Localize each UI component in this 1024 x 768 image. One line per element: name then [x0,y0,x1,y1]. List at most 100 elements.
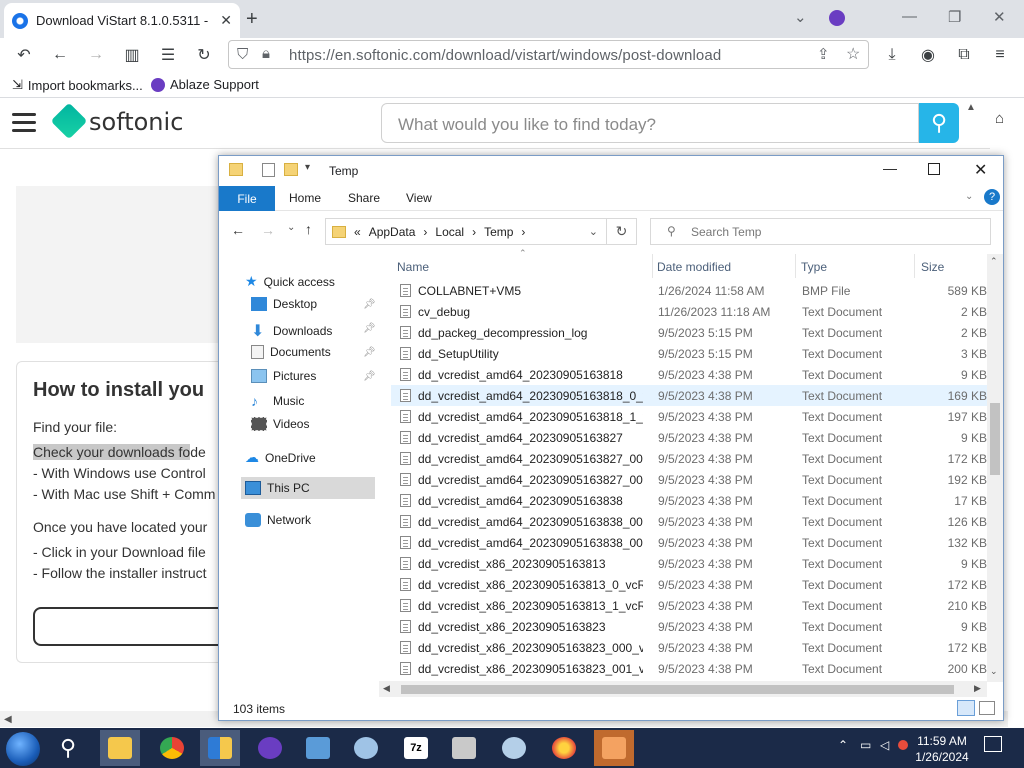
tray-chevron-icon[interactable]: ⌃ [838,738,848,752]
download-button[interactable] [33,607,221,646]
alert-tray-icon[interactable] [898,740,908,750]
breadcrumb-temp[interactable]: Temp [484,225,513,239]
reader-view-icon[interactable]: ▥ [121,44,143,66]
file-row[interactable]: dd_vcredist_amd64_20230905163827_001... 9… [391,469,987,490]
ribbon-expand-icon[interactable]: ⌄ [965,191,973,202]
breadcrumb-overflow[interactable]: « [354,225,361,239]
forward-arrow-icon[interactable]: → [261,222,275,238]
explorer-search-input[interactable]: ⚲ Search Temp [650,218,991,245]
column-name[interactable]: Name [397,260,429,274]
file-row[interactable]: dd_vcredist_x86_20230905163823 9/5/2023 4… [391,616,987,637]
file-row[interactable]: dd_packeg_decompression_log 9/5/2023 5:15… [391,322,987,343]
column-divider[interactable] [795,254,796,278]
tab-view[interactable]: View [406,191,432,205]
back-arrow-icon[interactable]: ← [231,222,245,238]
minimize-button[interactable]: — [902,8,917,25]
share-icon[interactable]: ⇪ [817,45,830,63]
column-divider[interactable] [652,254,653,278]
file-row[interactable]: dd_vcredist_amd64_20230905163827_000... 9… [391,448,987,469]
back-icon[interactable]: ← [49,44,71,66]
tab-home[interactable]: Home [289,191,321,205]
search-button[interactable]: ⚲ [919,103,959,143]
tab-list-chevron-icon[interactable]: ⌄ [794,8,807,26]
file-row[interactable]: dd_vcredist_amd64_20230905163838_001... 9… [391,532,987,553]
file-row[interactable]: dd_vcredist_x86_20230905163813_0_vcRu...… [391,574,987,595]
vertical-scroll-thumb[interactable] [990,403,1000,475]
lock-icon[interactable]: 🔒︎ [262,45,270,62]
explorer-close-button[interactable]: ✕ [974,160,987,180]
shield-icon[interactable]: ⛉ [237,46,248,63]
file-row[interactable]: dd_vcredist_amd64_20230905163838_000... 9… [391,511,987,532]
file-row[interactable]: dd_vcredist_amd64_20230905163818_0_v... 9… [391,385,987,406]
up-arrow-icon[interactable]: ↑ [305,221,312,237]
nav-documents[interactable]: Documents [251,345,331,359]
file-row[interactable]: dd_vcredist_x86_20230905163813 9/5/2023 4… [391,553,987,574]
start-button[interactable] [6,732,40,766]
forward-icon[interactable]: → [85,44,107,66]
page-scroll-up-icon[interactable]: ▲ [966,102,976,113]
new-folder-icon[interactable] [284,163,298,176]
taskbar-app-e[interactable] [250,730,290,766]
scroll-left-icon[interactable]: ◀ [383,683,390,694]
network-tray-icon[interactable]: ▭ [860,738,871,752]
hamburger-menu-icon[interactable] [12,113,36,133]
action-center-icon[interactable] [984,736,1002,752]
explorer-minimize-button[interactable]: — [883,160,897,176]
taskbar-clock[interactable]: 11:59 AM 1/26/2024 [912,733,972,765]
column-date[interactable]: Date modified [657,260,731,274]
column-type[interactable]: Type [801,260,827,274]
refresh-icon[interactable]: ↻ [607,218,637,245]
file-row[interactable]: cv_debug 11/26/2023 11:18 AM Text Document… [391,301,987,322]
taskbar-chrome[interactable] [152,730,192,766]
file-row[interactable]: dd_vcredist_x86_20230905163823_000_vc...… [391,637,987,658]
quick-access-dropdown-icon[interactable]: ▾ [305,162,310,173]
file-row[interactable]: dd_vcredist_amd64_20230905163818 9/5/2023… [391,364,987,385]
file-row[interactable]: dd_SetupUtility 9/5/2023 5:15 PM Text Docu… [391,343,987,364]
column-divider[interactable] [914,254,915,278]
taskbar-archive[interactable] [444,730,484,766]
pin-icon[interactable]: 📌︎ [363,299,376,310]
file-row[interactable]: dd_vcredist_amd64_20230905163827 9/5/2023… [391,427,987,448]
file-row[interactable]: dd_vcredist_amd64_20230905163818_1_v... 9… [391,406,987,427]
breadcrumb-chevron-icon[interactable]: › [423,225,427,239]
nav-this-pc[interactable]: This PC [245,481,310,495]
undo-icon[interactable]: ↶ [13,44,35,66]
nav-downloads[interactable]: ⬇ Downloads [251,321,332,341]
search-icon[interactable]: ⚲ [60,735,76,761]
breadcrumb-appdata[interactable]: AppData [369,225,416,239]
volume-tray-icon[interactable]: ◁ [880,738,889,752]
file-row[interactable]: COLLABNET+VM5 1/26/2024 11:58 AM BMP File 5… [391,280,987,301]
account-icon[interactable]: ◉ [917,44,939,66]
nav-pictures[interactable]: Pictures [251,369,316,383]
breadcrumb-chevron-icon[interactable]: › [472,225,476,239]
download-icon[interactable]: ⤓ [881,44,903,66]
scroll-up-icon[interactable]: ⌃ [990,256,998,267]
menu-icon[interactable]: ≡ [989,44,1011,66]
reload-icon[interactable]: ↻ [193,44,215,66]
restore-button[interactable]: ❐ [948,8,961,26]
browser-tab[interactable]: Download ViStart 8.1.0.5311 - free ✕ [4,3,240,38]
bookmark-import[interactable]: ⇲ Import bookmarks... [12,77,143,93]
taskbar-cd-app[interactable] [346,730,386,766]
taskbar-photo-app[interactable] [594,730,634,766]
taskbar-firefox[interactable] [544,730,584,766]
explorer-address-bar[interactable]: « AppData › Local › Temp › ⌄ [325,218,607,245]
address-dropdown-icon[interactable]: ⌄ [589,225,598,238]
breadcrumb-chevron-icon[interactable]: › [521,225,525,239]
address-bar[interactable]: ⛉ 🔒︎ https://en.softonic.com/download/vi… [228,40,869,69]
recent-locations-icon[interactable]: ⌄ [287,222,295,233]
taskbar-disc-app[interactable] [494,730,534,766]
scroll-down-icon[interactable]: ⌄ [990,666,998,677]
pin-icon[interactable]: 📌︎ [363,323,376,334]
column-size[interactable]: Size [921,260,944,274]
tab-share[interactable]: Share [348,191,380,205]
extension-badge-icon[interactable] [829,10,845,26]
bookmark-ablaze[interactable]: Ablaze Support [151,77,259,92]
file-row[interactable]: dd_vcredist_x86_20230905163823_001_vc...… [391,658,987,679]
pin-icon[interactable]: 📌︎ [363,371,376,382]
taskbar-file-explorer[interactable] [100,730,140,766]
horizontal-scroll-thumb[interactable] [401,685,954,694]
softonic-logo-text[interactable]: softonic [89,108,183,136]
tab-close-icon[interactable]: ✕ [220,12,232,29]
taskbar-shield-app[interactable] [200,730,240,766]
